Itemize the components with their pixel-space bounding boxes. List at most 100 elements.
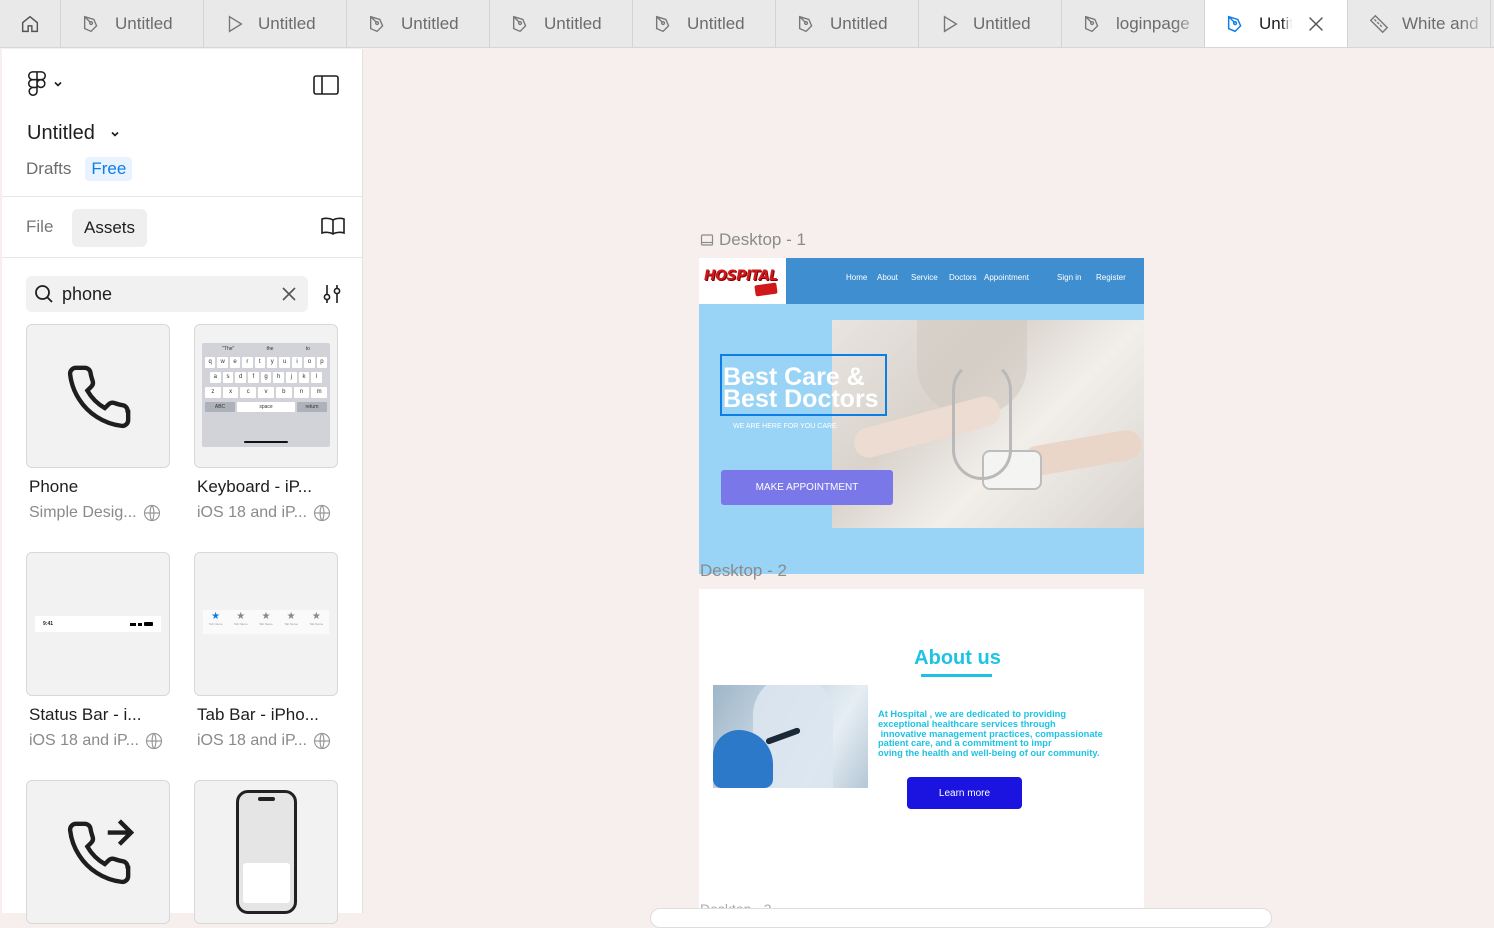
divider: [2, 196, 362, 197]
asset-name: Tab Bar - iPho...: [197, 705, 319, 724]
asset-source-text: iOS 18 and iP...: [197, 504, 307, 521]
divider: [2, 257, 362, 258]
kb-key: z: [205, 387, 221, 398]
kb-key: q: [205, 357, 216, 368]
close-icon[interactable]: [1305, 13, 1327, 35]
asset-card-keyboard[interactable]: "The" the to qwertyuiop asdfghjkl zxcvbn…: [194, 324, 338, 468]
tab-label: Untitled: [830, 14, 888, 33]
kb-key: t: [254, 357, 266, 368]
asset-card-phone[interactable]: [26, 324, 170, 468]
star-icon: ★: [311, 611, 321, 622]
kb-key: b: [275, 387, 292, 398]
nav-home[interactable]: Home: [846, 273, 867, 282]
tab-bar-item-label: Tab Name: [309, 622, 324, 626]
about-line: oving the health and well-being of our c…: [878, 748, 1100, 759]
asset-source: Simple Desig...: [29, 504, 161, 522]
drafts-label[interactable]: Drafts: [26, 159, 71, 179]
tab-label: Untitled: [1259, 14, 1292, 33]
asset-name: Phone: [29, 477, 79, 496]
kb-key: u: [279, 357, 290, 368]
play-icon: [943, 15, 958, 33]
file-title[interactable]: Untitled: [27, 122, 121, 145]
tab-file[interactable]: Untitled: [347, 0, 490, 47]
nav-doctors[interactable]: Doctors: [949, 273, 977, 282]
kb-key: a: [210, 372, 221, 383]
tab-label: Untitled: [973, 14, 1031, 33]
asset-card-phone-forward[interactable]: [26, 780, 170, 924]
tab-file[interactable]: loginpage: [1062, 0, 1205, 47]
tab-file[interactable]: Untitled: [61, 0, 204, 47]
tab-bar-item: ★ Tab Name: [259, 612, 273, 634]
main-menu-button[interactable]: [26, 71, 64, 97]
plan-badge[interactable]: Free: [85, 157, 133, 181]
tab-file[interactable]: Untitled: [204, 0, 347, 47]
pen-icon: [798, 15, 813, 33]
search-input[interactable]: [62, 283, 262, 305]
tab-label: Untitled: [115, 14, 173, 33]
tab-bar-item-label: Tab Name: [208, 622, 223, 626]
asset-source: iOS 18 and iP...: [197, 732, 331, 750]
frame-label-text: Desktop - 2: [700, 561, 787, 580]
nav-service[interactable]: Service: [911, 273, 938, 282]
asset-source-text: iOS 18 and iP...: [197, 732, 307, 749]
learn-more-button[interactable]: Learn more: [907, 777, 1022, 809]
frame-label-desktop-2[interactable]: Desktop - 2: [700, 561, 787, 581]
frame-desktop-2[interactable]: About us At Hospital , we are dedicated …: [699, 589, 1144, 909]
pen-icon: [369, 15, 384, 33]
kb-key: s: [222, 372, 234, 383]
asset-card-status-bar[interactable]: 9:41: [26, 552, 170, 696]
kb-key: v: [258, 387, 274, 398]
frame-desktop-1[interactable]: HOSPITAL Home About Service Doctors Appo…: [699, 258, 1144, 574]
make-appointment-button[interactable]: MAKE APPOINTMENT: [721, 470, 893, 505]
nav-appointment[interactable]: Appointment: [984, 273, 1029, 282]
bottom-toolbar[interactable]: [650, 908, 1272, 928]
kb-key: w: [217, 357, 228, 368]
tab-file[interactable]: Untitled: [633, 0, 776, 47]
tab-file[interactable]: Untitled: [490, 0, 633, 47]
tab-file[interactable]: Untitled: [776, 0, 919, 47]
keyboard-preview: "The" the to qwertyuiop asdfghjkl zxcvbn…: [202, 343, 330, 447]
kb-suggestion: "The": [222, 346, 235, 352]
nav-sign-in[interactable]: Sign in: [1057, 273, 1081, 282]
tab-bar-item-label: Tab Name: [284, 622, 298, 626]
kb-space-key: space: [237, 402, 295, 412]
tab-bar: Untitled Untitled Untitled Untitled Unti…: [0, 0, 1494, 48]
figma-logo-icon: [28, 71, 46, 96]
kb-suggestion: to: [305, 346, 310, 352]
tab-file-layers[interactable]: File: [26, 217, 53, 237]
sidebar-toggle-icon[interactable]: [313, 75, 339, 95]
pen-icon: [83, 15, 98, 33]
heading-underline: [921, 674, 992, 677]
star-icon: ★: [236, 611, 246, 622]
ruler-icon: [1369, 14, 1389, 34]
tab-file-active[interactable]: Untitled: [1205, 0, 1348, 47]
home-tab[interactable]: [0, 0, 61, 47]
library-book-icon[interactable]: [320, 216, 346, 236]
filter-settings-icon[interactable]: [321, 284, 343, 304]
tab-label: Untitled: [401, 14, 459, 33]
kb-key: o: [304, 357, 315, 368]
frame-label-desktop-1[interactable]: Desktop - 1: [700, 230, 806, 250]
tab-assets[interactable]: Assets: [72, 209, 148, 247]
tab-file[interactable]: Untitled: [919, 0, 1062, 47]
globe-icon: [145, 732, 163, 750]
kb-key: y: [267, 357, 278, 368]
clear-search-icon[interactable]: [280, 285, 298, 303]
asset-source-text: Simple Desig...: [29, 504, 137, 521]
asset-card-tab-bar[interactable]: ★ Tab Name ★ Tab Name ★ Tab Name ★ Tab Name ★ Tab…: [194, 552, 338, 696]
globe-icon: [313, 732, 331, 750]
frame-label-text: Desktop - 1: [719, 230, 806, 249]
tab-bar-item-label: Tab Name: [259, 622, 273, 626]
pen-icon: [512, 15, 527, 33]
tab-bar-preview: ★ Tab Name ★ Tab Name ★ Tab Name ★ Tab Name ★ Tab…: [203, 610, 329, 634]
kb-key: f: [248, 372, 259, 383]
asset-card-iphone[interactable]: [194, 780, 338, 924]
selection-box: [720, 354, 887, 416]
tab-label: Untitled: [687, 14, 745, 33]
tab-file[interactable]: White and: [1348, 0, 1491, 47]
iphone-preview: [236, 790, 297, 914]
tab-label: Untitled: [258, 14, 316, 33]
nav-register[interactable]: Register: [1096, 273, 1126, 282]
nav-about[interactable]: About: [877, 273, 898, 282]
kb-return-key: return: [297, 402, 327, 412]
